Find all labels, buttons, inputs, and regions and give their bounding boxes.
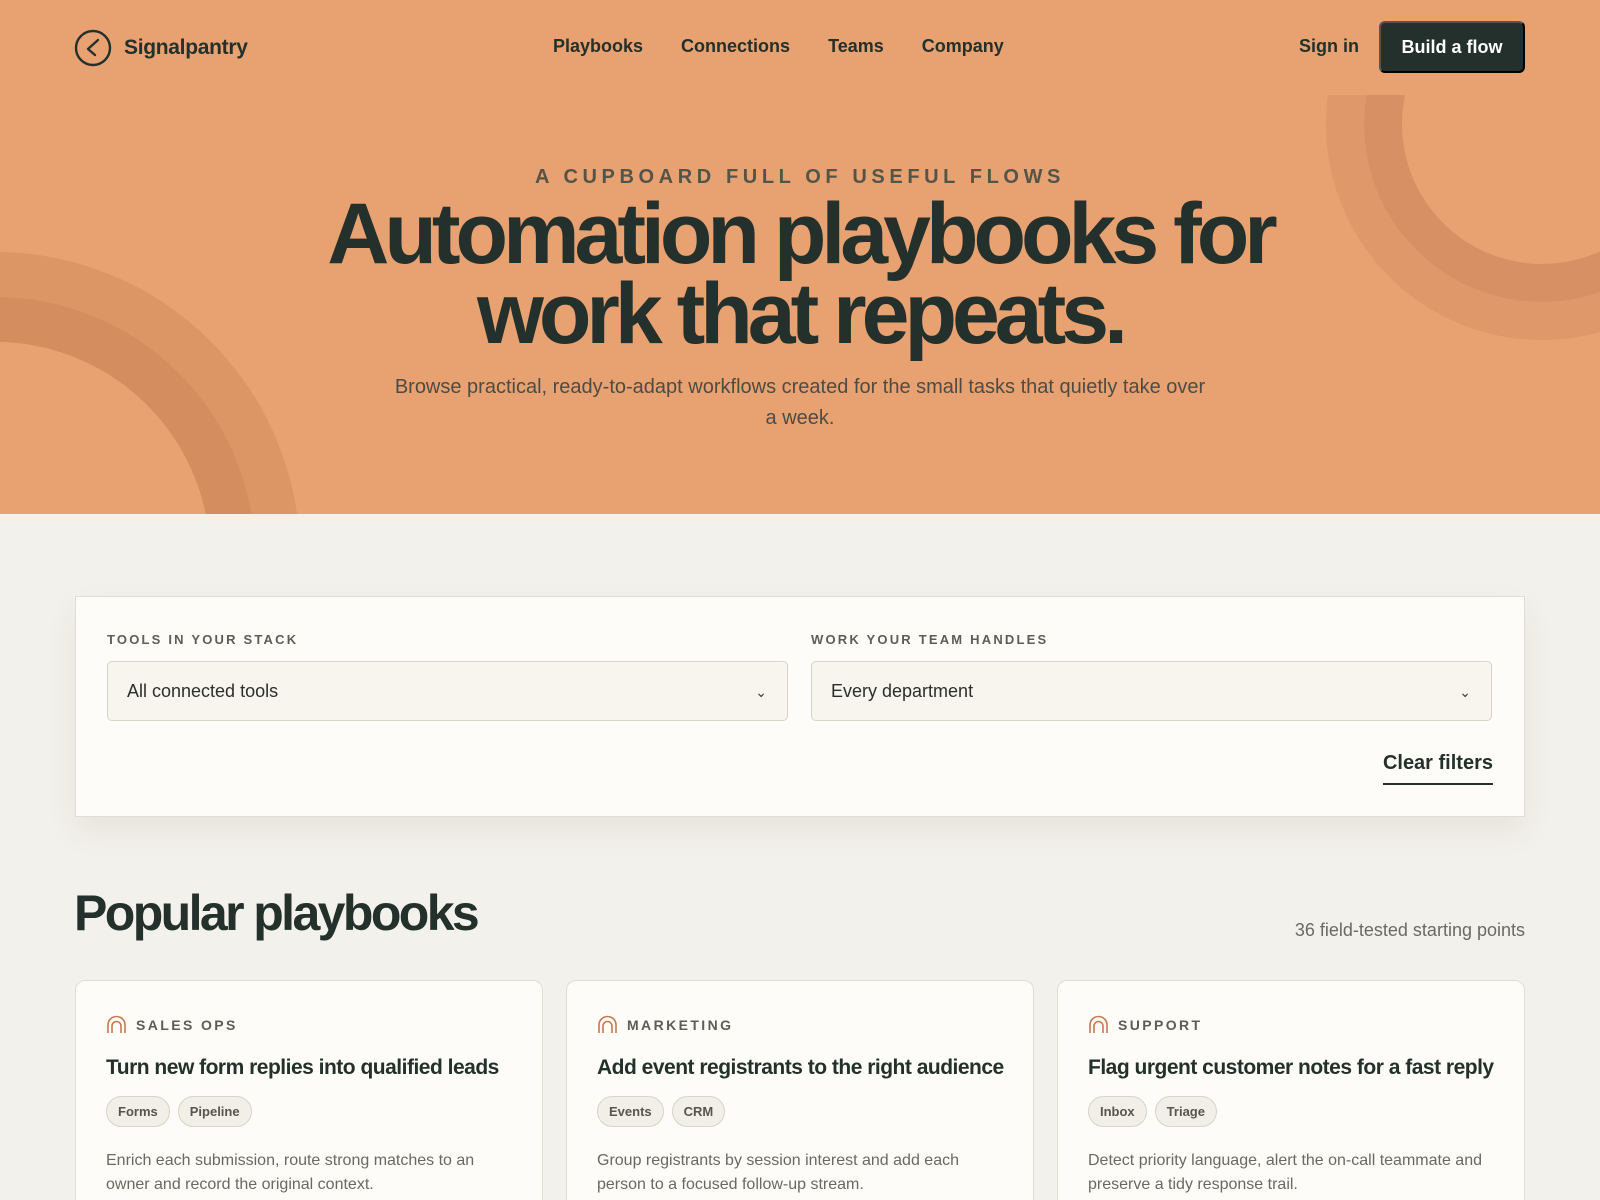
nav-link-teams[interactable]: Teams bbox=[828, 36, 884, 57]
card-tags: Events CRM bbox=[597, 1096, 726, 1127]
card-title[interactable]: Turn new form replies into qualified lea… bbox=[106, 1056, 499, 1080]
tag-chip: Events bbox=[597, 1096, 664, 1127]
playbook-card[interactable]: MARKETING Add event registrants to the r… bbox=[566, 980, 1034, 1200]
department-filter-label: WORK YOUR TEAM HANDLES bbox=[811, 632, 1049, 647]
tag-chip: Forms bbox=[106, 1096, 170, 1127]
card-category-label: MARKETING bbox=[627, 1016, 734, 1033]
hero-subline: Browse practical, ready-to-adapt workflo… bbox=[394, 376, 1206, 429]
tools-filter-label: TOOLS IN YOUR STACK bbox=[107, 632, 299, 647]
department-select-value: Every department bbox=[831, 681, 974, 701]
section-title: Popular playbooks bbox=[74, 885, 480, 941]
arch-icon bbox=[1089, 1015, 1108, 1033]
clear-filters-link[interactable]: Clear filters bbox=[1382, 752, 1493, 785]
card-description: Enrich each submission, route strong mat… bbox=[106, 1152, 475, 1193]
card-description: Detect priority language, alert the on-c… bbox=[1088, 1152, 1482, 1193]
build-flow-button[interactable]: Build a flow bbox=[1379, 21, 1525, 73]
nav-link-company[interactable]: Company bbox=[922, 36, 1004, 57]
department-select[interactable]: Every department ⌄ bbox=[811, 661, 1492, 721]
card-category: SUPPORT bbox=[1088, 1015, 1202, 1034]
tools-select-value: All connected tools bbox=[127, 681, 279, 701]
back-arrow-circle-icon bbox=[74, 29, 112, 67]
tag-chip: CRM bbox=[671, 1096, 726, 1127]
tag-chip: Inbox bbox=[1088, 1096, 1147, 1127]
brand-logo[interactable]: Signalpantry bbox=[74, 29, 248, 67]
brand-name: Signalpantry bbox=[124, 36, 248, 59]
playbook-card[interactable]: SALES OPS Turn new form replies into qua… bbox=[75, 980, 543, 1200]
filter-panel: TOOLS IN YOUR STACK All connected tools … bbox=[75, 596, 1525, 817]
card-title[interactable]: Add event registrants to the right audie… bbox=[597, 1056, 1004, 1080]
tools-select[interactable]: All connected tools ⌄ bbox=[107, 661, 788, 721]
card-category: SALES OPS bbox=[106, 1015, 238, 1034]
card-category-label: SUPPORT bbox=[1118, 1016, 1203, 1033]
arch-icon bbox=[598, 1015, 617, 1033]
nav-link-playbooks[interactable]: Playbooks bbox=[553, 36, 643, 57]
hero-headline-line-2: work that repeats. bbox=[477, 266, 1128, 362]
sign-in-link[interactable]: Sign in bbox=[1299, 36, 1359, 57]
card-description: Group registrants by session interest an… bbox=[597, 1152, 959, 1193]
chevron-down-icon: ⌄ bbox=[755, 684, 767, 700]
primary-nav: Playbooks Connections Teams Company bbox=[553, 36, 1004, 57]
card-tags: Forms Pipeline bbox=[106, 1096, 252, 1127]
playbook-card[interactable]: SUPPORT Flag urgent customer notes for a… bbox=[1057, 980, 1525, 1200]
nav-link-connections[interactable]: Connections bbox=[681, 36, 790, 57]
card-title[interactable]: Flag urgent customer notes for a fast re… bbox=[1088, 1056, 1494, 1080]
card-category-label: SALES OPS bbox=[136, 1016, 238, 1033]
card-tags: Inbox Triage bbox=[1088, 1096, 1217, 1127]
chevron-down-icon: ⌄ bbox=[1459, 684, 1471, 700]
arch-icon bbox=[107, 1015, 126, 1033]
hero-section: Signalpantry Playbooks Connections Teams… bbox=[0, 0, 1600, 514]
tag-chip: Triage bbox=[1154, 1096, 1217, 1127]
playbook-count: 36 field-tested starting points bbox=[1294, 920, 1525, 940]
tag-chip: Pipeline bbox=[177, 1096, 252, 1127]
card-category: MARKETING bbox=[597, 1015, 733, 1034]
hero-headline: Automation playbooks for work that repea… bbox=[0, 191, 1600, 357]
top-nav: Signalpantry Playbooks Connections Teams… bbox=[0, 0, 1600, 96]
